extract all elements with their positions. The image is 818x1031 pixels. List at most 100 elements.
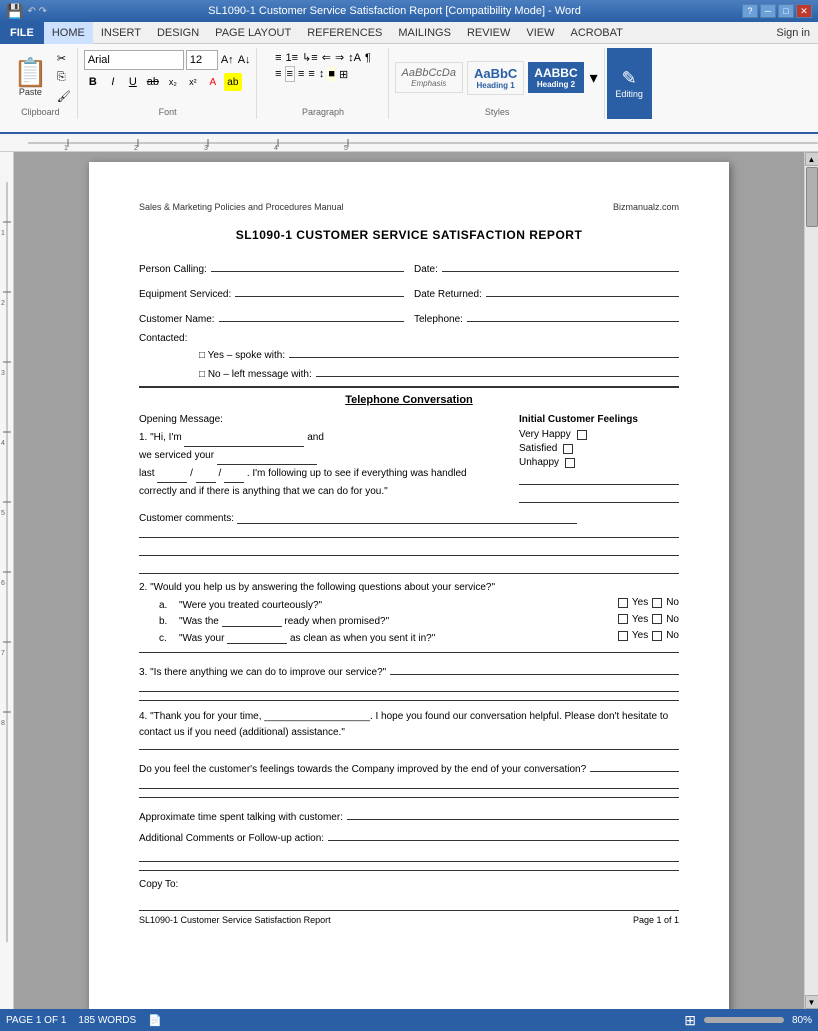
comments-line-1[interactable] [139,524,679,538]
zoom-slider[interactable] [704,1017,784,1023]
heading1-style[interactable]: AaBbC Heading 1 [467,61,524,95]
line-spacing-button[interactable]: ↕ [318,67,326,81]
bullets-button[interactable]: ≡ [274,51,282,65]
format-painter-button[interactable]: 🖌 [55,88,73,105]
show-hide-button[interactable]: ¶ [364,51,372,65]
multilevel-button[interactable]: ↳≡ [301,50,319,65]
scroll-down-button[interactable]: ▼ [805,995,818,1009]
font-size-input[interactable]: 12 [186,50,218,70]
no-left-line[interactable] [316,363,679,377]
no-b-checkbox[interactable] [652,614,662,624]
comments-line-3[interactable] [139,560,679,574]
heading2-style[interactable]: AABBC Heading 2 [528,62,583,93]
file-menu[interactable]: FILE [0,22,44,44]
q3-line[interactable] [390,661,679,675]
help-button[interactable]: ? [742,4,758,18]
date-returned-line[interactable] [486,283,679,297]
page-layout-tab[interactable]: PAGE LAYOUT [207,22,299,44]
insert-tab[interactable]: INSERT [93,22,149,44]
customer-name-line[interactable] [219,308,404,322]
svg-text:4: 4 [274,145,278,151]
no-c-checkbox[interactable] [652,631,662,641]
home-tab[interactable]: HOME [44,22,93,44]
satisfied-checkbox[interactable] [563,444,573,454]
additional-comments-line[interactable] [328,827,679,841]
yes-c-checkbox[interactable] [618,631,628,641]
references-tab[interactable]: REFERENCES [299,22,390,44]
cut-button[interactable]: ✂ [55,50,73,67]
date3-line[interactable] [224,482,244,483]
copy-button[interactable]: ⎘ [55,69,73,86]
borders-button[interactable]: ⊞ [338,67,349,82]
superscript-button[interactable]: x² [184,73,202,91]
indent-less-button[interactable]: ⇐ [321,50,332,65]
svg-text:8: 8 [1,720,5,727]
scroll-track[interactable] [805,166,818,995]
yes-b-checkbox[interactable] [618,614,628,624]
italic-button[interactable]: I [104,73,122,91]
scrollbar[interactable]: ▲ ▼ [804,152,818,1009]
status-bar: PAGE 1 OF 1 185 WORDS 📄 ⊞ 80% [0,1009,818,1031]
no-a-checkbox[interactable] [652,598,662,608]
feelings-q-line-2[interactable] [139,775,679,789]
align-left-button[interactable]: ≡ [274,67,282,81]
font-name-input[interactable]: Arial [84,50,184,70]
document-view-icon[interactable]: 📄 [148,1014,162,1027]
ribbon: 📋 Paste ✂ ⎘ 🖌 Clipboard Arial 12 A↑ A↓ [0,44,818,134]
minimize-button[interactable]: ─ [760,4,776,18]
align-right-button[interactable]: ≡ [297,67,305,81]
yes-spoke-line[interactable] [289,344,679,358]
bold-button[interactable]: B [84,73,102,91]
scroll-thumb[interactable] [806,167,818,227]
mailings-tab[interactable]: MAILINGS [390,22,459,44]
editing-group[interactable]: ✎ Editing [607,48,652,119]
justify-button[interactable]: ≡ [307,67,315,81]
review-tab[interactable]: REVIEW [459,22,518,44]
subscript-button[interactable]: x₂ [164,73,182,91]
very-happy-checkbox[interactable] [577,430,587,440]
underline-button[interactable]: U [124,73,142,91]
view-icons[interactable]: ⊞ [684,1012,696,1029]
acrobat-tab[interactable]: ACROBAT [562,22,630,44]
date1-line[interactable] [157,482,187,483]
q3-line-2[interactable] [139,678,679,692]
comments-line-2[interactable] [139,542,679,556]
form-row-3: Customer Name: Telephone: [139,308,679,325]
numbering-button[interactable]: 1≡ [285,51,300,65]
date2-line[interactable] [196,482,216,483]
feelings-q-line[interactable] [590,758,679,772]
close-button[interactable]: ✕ [796,4,812,18]
approx-time-line[interactable] [347,806,679,820]
styles-more-button[interactable]: ▾ [588,66,600,90]
sort-button[interactable]: ↕A [347,51,362,65]
maximize-button[interactable]: □ [778,4,794,18]
design-tab[interactable]: DESIGN [149,22,207,44]
serviced-line[interactable] [217,464,317,465]
yes-a-checkbox[interactable] [618,598,628,608]
view-tab[interactable]: VIEW [518,22,562,44]
name-line[interactable] [184,446,304,447]
highlight-button[interactable]: ab [224,73,242,91]
document[interactable]: Sales & Marketing Policies and Procedure… [89,162,729,1009]
status-right: ⊞ 80% [684,1012,812,1029]
emphasis-style[interactable]: AaBbCcDa Emphasis [395,62,463,93]
person-calling-line[interactable] [211,258,404,272]
document-container[interactable]: Sales & Marketing Policies and Procedure… [14,152,804,1009]
quick-access[interactable]: ↶ ↷ [27,6,47,17]
telephone-line[interactable] [467,308,679,322]
strikethrough-button[interactable]: ab [144,73,162,91]
comments-inline-line[interactable] [237,523,577,524]
date-line[interactable] [442,258,679,272]
align-center-button[interactable]: ≡ [285,66,295,82]
indent-more-button[interactable]: ⇒ [334,50,345,65]
scroll-up-button[interactable]: ▲ [805,152,818,166]
shading-button[interactable]: ■ [327,67,336,81]
text-color-button[interactable]: A [204,73,222,91]
paste-button[interactable]: 📋 Paste [8,56,53,100]
shrink-font-button[interactable]: A↓ [237,53,252,67]
grow-font-button[interactable]: A↑ [220,53,235,67]
sign-in[interactable]: Sign in [776,27,818,39]
unhappy-checkbox[interactable] [565,458,575,468]
equipment-line[interactable] [235,283,404,297]
additional-comments-line-2[interactable] [139,848,679,862]
